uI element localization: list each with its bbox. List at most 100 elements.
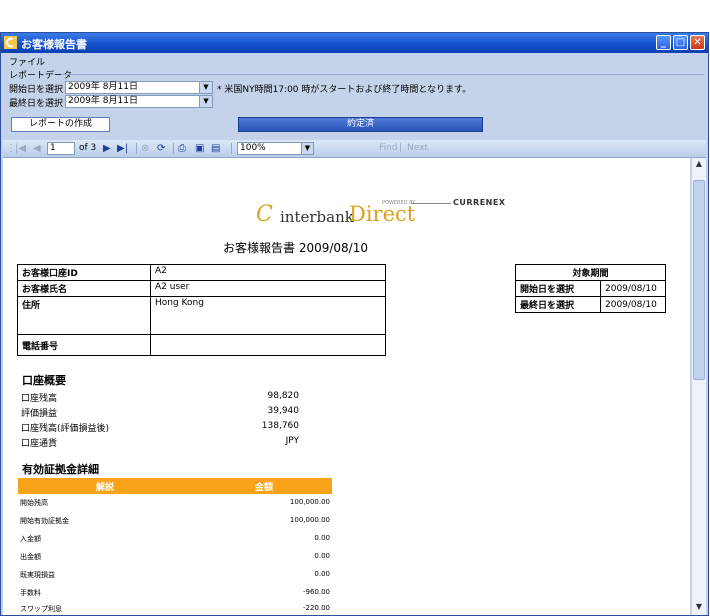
- group-divider: [61, 74, 704, 75]
- phone-value: [150, 334, 386, 356]
- detail-value: 0.00: [314, 534, 330, 542]
- column-header-amount: 金額: [255, 483, 274, 493]
- detail-value: 100,000.00: [289, 498, 330, 506]
- table-row: 対象期間: [515, 264, 666, 281]
- close-icon: ✕: [693, 37, 702, 48]
- report-viewer[interactable]: C interbank Direct POWERED BY CURRENEX お…: [3, 158, 690, 615]
- chevron-down-icon[interactable]: ▼: [301, 143, 313, 154]
- page-count: of 3: [79, 143, 97, 153]
- toolbar-separator: [231, 143, 232, 154]
- zoom-select[interactable]: 100% ▼: [237, 142, 314, 155]
- scroll-up-icon[interactable]: ▲: [693, 159, 705, 171]
- summary-row: 口座通貨 JPY: [21, 436, 299, 449]
- title-bar[interactable]: お客様報告書 _ □ ✕: [1, 33, 708, 53]
- toolbar-separator: [136, 143, 137, 154]
- period-table: 対象期間 開始日を選択 2009/08/10 最終日を選択 2009/08/10: [515, 264, 666, 313]
- close-button[interactable]: ✕: [690, 35, 705, 50]
- detail-label: 出金額: [20, 553, 41, 561]
- end-date-picker[interactable]: 2009年 8月11日 ▼: [65, 95, 213, 108]
- page-setup-icon[interactable]: ▤: [211, 142, 220, 155]
- table-row: 住所 Hong Kong: [17, 296, 386, 335]
- print-layout-icon[interactable]: ▣: [195, 142, 204, 155]
- table-row: 手数料 -960.00: [18, 588, 332, 601]
- table-row: 電話番号: [17, 334, 386, 356]
- start-date-picker[interactable]: 2009年 8月11日 ▼: [65, 81, 213, 94]
- detail-value: 100,000.00: [289, 516, 330, 524]
- detail-label: スワップ利息: [20, 605, 62, 613]
- account-id-value: A2: [150, 264, 386, 281]
- currenex-logo: CURRENEX: [453, 198, 506, 207]
- menu-bar: ファイル: [1, 54, 708, 68]
- toolbar-separator: [173, 143, 174, 154]
- maximize-button[interactable]: □: [673, 35, 688, 50]
- table-row: 入金額 0.00: [18, 534, 332, 547]
- logo-interbank: interbank: [280, 208, 354, 226]
- account-id-label: お客様口座ID: [17, 264, 151, 281]
- address-value: Hong Kong: [150, 296, 386, 335]
- table-row: お客様氏名 A2 user: [17, 280, 386, 297]
- minimize-button[interactable]: _: [656, 35, 671, 50]
- report-toolbar: ⋮ |◀ ◀ 1 of 3 ▶ ▶| ⊗ ⟳ ⎙ ▣ ▤ 100% ▼ Find…: [3, 140, 706, 158]
- detail-table-header: 解説 金額: [18, 478, 332, 494]
- summary-label: 口座残高: [21, 394, 58, 404]
- summary-label: 評価損益: [21, 409, 58, 419]
- summary-label: 口座残高(評価損益後): [21, 424, 110, 434]
- detail-label: 入金額: [20, 535, 41, 543]
- zoom-value: 100%: [240, 143, 266, 153]
- table-row: 最終日を選択 2009/08/10: [515, 296, 666, 313]
- find-separator: |: [399, 143, 403, 153]
- find-link[interactable]: Find: [379, 142, 397, 155]
- refresh-icon[interactable]: ⟳: [157, 142, 165, 155]
- menu-file[interactable]: ファイル: [9, 55, 45, 68]
- next-page-icon[interactable]: ▶: [103, 142, 111, 155]
- logo-mark: C: [256, 202, 273, 227]
- stop-icon[interactable]: ⊗: [141, 142, 149, 155]
- window-title: お客様報告書: [21, 38, 87, 51]
- chevron-down-icon[interactable]: ▼: [199, 96, 212, 107]
- vertical-scrollbar[interactable]: ▲ ▼: [691, 158, 706, 615]
- summary-value: 39,940: [267, 406, 300, 416]
- period-end-value: 2009/08/10: [600, 296, 666, 313]
- table-row: 開始有効証拠金 100,000.00: [18, 516, 332, 529]
- address-label: 住所: [17, 296, 151, 335]
- table-row: お客様口座ID A2: [17, 264, 386, 281]
- phone-label: 電話番号: [17, 334, 151, 356]
- period-end-label: 最終日を選択: [515, 296, 601, 313]
- scroll-thumb[interactable]: [693, 180, 705, 380]
- report-window: お客様報告書 _ □ ✕ ファイル レポートデータ 開始日を選択 2009年 8…: [0, 32, 709, 616]
- detail-value: 0.00: [314, 570, 330, 578]
- next-link[interactable]: Next: [407, 142, 428, 155]
- maximize-icon: □: [675, 37, 686, 48]
- table-row: 開始日を選択 2009/08/10: [515, 280, 666, 297]
- start-date-value: 2009年 8月11日: [68, 82, 138, 92]
- first-page-icon[interactable]: |◀: [15, 142, 26, 155]
- customer-name-value: A2 user: [150, 280, 386, 297]
- detail-label: 開始残高: [20, 499, 48, 507]
- table-row: スワップ利息 -220.00: [18, 604, 332, 615]
- summary-value: 98,820: [267, 391, 300, 401]
- scroll-down-icon[interactable]: ▼: [693, 602, 705, 614]
- last-page-icon[interactable]: ▶|: [117, 142, 128, 155]
- chevron-down-icon[interactable]: ▼: [199, 82, 212, 93]
- prev-page-icon[interactable]: ◀: [33, 142, 41, 155]
- executed-button[interactable]: 約定済: [238, 117, 483, 132]
- app-icon: [4, 36, 17, 49]
- period-start-label: 開始日を選択: [515, 280, 601, 297]
- period-start-value: 2009/08/10: [600, 280, 666, 297]
- end-date-label: 最終日を選択: [9, 99, 64, 109]
- summary-heading: 口座概要: [22, 374, 66, 387]
- detail-value: -960.00: [302, 588, 330, 596]
- print-icon[interactable]: ⎙: [178, 142, 186, 155]
- page-number-input[interactable]: 1: [47, 142, 75, 155]
- detail-heading: 有効証拠金詳細: [22, 463, 99, 476]
- summary-row: 口座残高(評価損益後) 138,760: [21, 421, 299, 434]
- interbank-direct-logo: C interbank Direct POWERED BY CURRENEX: [256, 198, 516, 228]
- detail-value: -220.00: [302, 604, 330, 612]
- logo-divider: [411, 203, 451, 204]
- table-row: 既実現損益 0.00: [18, 570, 332, 583]
- summary-row: 口座残高 98,820: [21, 391, 299, 404]
- column-header-description: 解説: [96, 483, 115, 493]
- create-report-button[interactable]: レポートの作成: [11, 117, 110, 132]
- account-info-table: お客様口座ID A2 お客様氏名 A2 user 住所 Hong Kong 電話…: [17, 264, 386, 356]
- summary-row: 評価損益 39,940: [21, 406, 299, 419]
